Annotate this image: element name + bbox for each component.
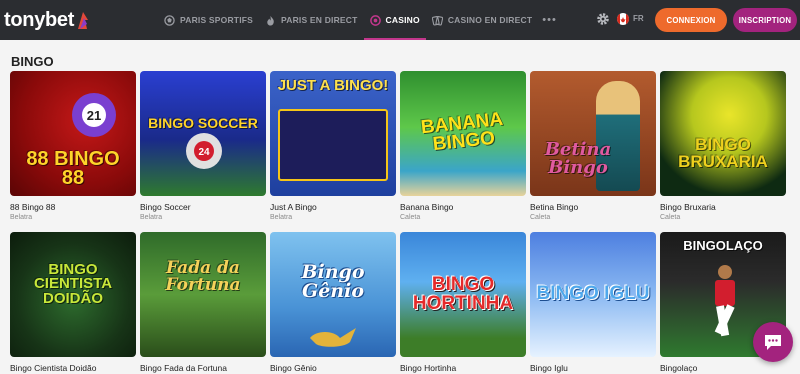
game-thumbnail[interactable]: JUST A BINGO! bbox=[270, 71, 396, 196]
game-art-title: 88 BINGO 88 bbox=[26, 147, 120, 189]
section-title: BINGO bbox=[11, 54, 54, 69]
game-thumbnail[interactable]: BANANA BINGO bbox=[400, 71, 526, 196]
game-thumbnail[interactable]: BINGO IGLU bbox=[530, 232, 656, 357]
game-art-title: Bingo Gênio bbox=[301, 261, 365, 302]
logo-flame-icon bbox=[78, 12, 89, 29]
game-name: Bingo Fada da Fortuna bbox=[140, 363, 227, 373]
game-name: Bingo Soccer bbox=[140, 202, 191, 212]
connexion-button[interactable]: CONNEXION bbox=[655, 8, 727, 32]
nav-paris-en-direct[interactable]: PARIS EN DIRECT bbox=[259, 0, 364, 40]
bingo-ball-icon: 21 bbox=[72, 93, 116, 137]
game-provider: Caleta bbox=[660, 214, 681, 221]
game-card[interactable]: JUST A BINGO! Just A Bingo Belatra bbox=[270, 71, 396, 221]
game-art-title: BINGO CIENTISTA DOIDÃO bbox=[33, 261, 113, 307]
game-art-title: BINGO SOCCER bbox=[148, 114, 258, 131]
nav-label: PARIS EN DIRECT bbox=[281, 15, 358, 25]
game-thumbnail[interactable]: BINGO HORTINHA bbox=[400, 232, 526, 357]
game-art-title: BINGO BRUXARIA bbox=[678, 135, 768, 171]
game-card[interactable]: 24 BINGO SOCCER Bingo Soccer Belatra bbox=[140, 71, 266, 221]
inscription-button[interactable]: INSCRIPTION bbox=[733, 8, 797, 32]
game-card[interactable]: Bingo Gênio Bingo Gênio bbox=[270, 232, 396, 374]
nav-paris-sportifs[interactable]: PARIS SPORTIFS bbox=[158, 0, 259, 40]
nav-casino[interactable]: CASINO bbox=[363, 0, 427, 40]
game-name: Bingo Iglu bbox=[530, 363, 568, 373]
game-thumbnail[interactable]: 24 BINGO SOCCER bbox=[140, 71, 266, 196]
game-name: 88 Bingo 88 bbox=[10, 202, 56, 212]
game-art-title: JUST A BINGO! bbox=[277, 77, 389, 94]
game-art-title: BANANA BINGO bbox=[419, 109, 505, 156]
game-thumbnail[interactable]: Fada da Fortuna bbox=[140, 232, 266, 357]
svg-text:21: 21 bbox=[87, 108, 101, 123]
bingo-ball-icon: 24 bbox=[186, 133, 222, 169]
game-name: Bingo Gênio bbox=[270, 363, 317, 373]
game-thumbnail[interactable]: Betina Bingo bbox=[530, 71, 656, 196]
nav-casino-en-direct[interactable]: CASINO EN DIRECT bbox=[426, 0, 538, 40]
fire-icon bbox=[267, 15, 274, 26]
game-thumbnail[interactable]: 21 88 BINGO 88 bbox=[10, 71, 136, 196]
soccer-player-icon bbox=[714, 265, 735, 337]
canada-flag-icon[interactable] bbox=[617, 13, 629, 25]
casino-chip-icon bbox=[369, 14, 381, 26]
tonybet-logo[interactable]: tonybet bbox=[4, 7, 91, 33]
game-name: Banana Bingo bbox=[400, 202, 454, 212]
game-card[interactable]: BINGO IGLU Bingo Iglu bbox=[530, 232, 656, 374]
game-card[interactable]: 21 88 BINGO 88 88 Bingo 88 Belatra bbox=[10, 71, 136, 221]
game-provider: Caleta bbox=[530, 214, 551, 221]
gear-icon[interactable] bbox=[596, 12, 610, 26]
magic-lamp-icon bbox=[310, 328, 356, 347]
game-name: Bingolaço bbox=[660, 363, 698, 373]
more-menu-icon[interactable]: ••• bbox=[542, 14, 557, 26]
game-name: Betina Bingo bbox=[530, 202, 579, 212]
game-card[interactable]: BANANA BINGO Banana Bingo Caleta bbox=[400, 71, 526, 221]
game-provider: Belatra bbox=[10, 214, 33, 221]
svg-text:24: 24 bbox=[198, 147, 210, 158]
game-card[interactable]: BINGO CIENTISTA DOIDÃO Bingo Cientista D… bbox=[10, 232, 136, 374]
game-card[interactable]: BINGO BRUXARIA Bingo Bruxaria Caleta bbox=[660, 71, 786, 221]
nav-label: CASINO EN DIRECT bbox=[447, 15, 533, 25]
top-bar: tonybet PARIS SPORTIFS PARIS EN DIRECT C… bbox=[0, 0, 800, 40]
game-name: Bingo Cientista Doidão bbox=[10, 363, 97, 373]
game-art-title: Fada da Fortuna bbox=[165, 258, 241, 295]
chat-icon bbox=[765, 335, 781, 350]
game-name: Bingo Bruxaria bbox=[660, 202, 716, 212]
nav-label: PARIS SPORTIFS bbox=[180, 15, 254, 25]
game-provider: Belatra bbox=[270, 214, 293, 221]
main-nav: PARIS SPORTIFS PARIS EN DIRECT CASINO CA… bbox=[158, 0, 557, 40]
game-art-title: BINGO IGLU bbox=[536, 283, 650, 305]
nav-label: CASINO bbox=[385, 15, 420, 25]
cards-icon bbox=[431, 15, 443, 25]
game-art-title: BINGOLAÇO bbox=[683, 238, 763, 253]
logo-text: tonybet bbox=[4, 8, 75, 31]
game-art-title: Betina Bingo bbox=[544, 139, 612, 178]
game-card[interactable]: Fada da Fortuna Bingo Fada da Fortuna bbox=[140, 232, 266, 374]
game-thumbnail[interactable]: BINGO BRUXARIA bbox=[660, 71, 786, 196]
game-thumbnail[interactable]: Bingo Gênio bbox=[270, 232, 396, 357]
game-art-title: BINGO HORTINHA bbox=[412, 274, 514, 314]
game-name: Bingo Hortinha bbox=[400, 363, 457, 373]
language-selector[interactable]: FR bbox=[633, 14, 644, 23]
game-provider: Belatra bbox=[140, 214, 163, 221]
game-provider: Caleta bbox=[400, 214, 421, 221]
game-card[interactable]: BINGO HORTINHA Bingo Hortinha bbox=[400, 232, 526, 374]
ball-icon bbox=[164, 14, 175, 26]
chat-button[interactable] bbox=[753, 322, 793, 362]
game-card[interactable]: Betina Bingo Betina Bingo Caleta bbox=[530, 71, 656, 221]
game-thumbnail[interactable]: BINGO CIENTISTA DOIDÃO bbox=[10, 232, 136, 357]
game-name: Just A Bingo bbox=[270, 202, 317, 212]
